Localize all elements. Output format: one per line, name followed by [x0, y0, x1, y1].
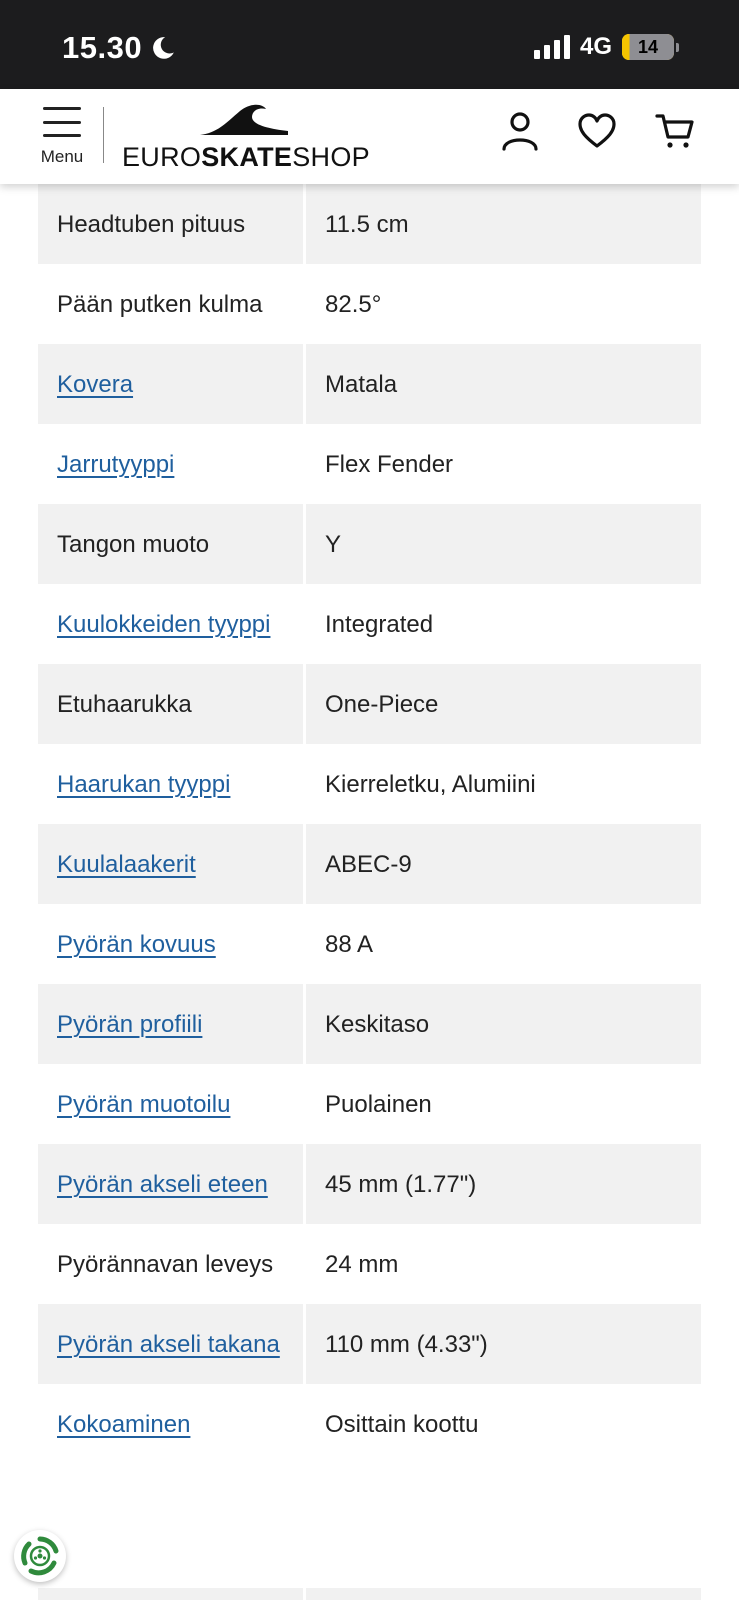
spec-row: Tangon muoto Y	[38, 504, 701, 584]
header-actions	[501, 111, 695, 151]
spec-value: 45 mm (1.77")	[306, 1144, 701, 1224]
spec-label-cell: Headtuben pituus	[38, 184, 303, 264]
spec-value: 110 mm (4.33")	[306, 1304, 701, 1384]
hamburger-icon	[43, 107, 81, 137]
account-icon[interactable]	[501, 111, 539, 151]
spec-label-cell[interactable]: Pyörän muotoilu	[38, 1064, 303, 1144]
spec-row: Pyörän kovuus 88 A	[38, 904, 701, 984]
spec-row: Kuulalaakerit ABEC-9	[38, 824, 701, 904]
wishlist-heart-icon[interactable]	[577, 112, 617, 150]
spec-label-link[interactable]: Pyörän akseli takana	[57, 1331, 280, 1358]
spec-label-link[interactable]: Jarrutyyppi	[57, 451, 174, 478]
spec-label-link[interactable]: Pyörän muotoilu	[57, 1091, 230, 1118]
spec-row: Kokoaminen Osittain koottu	[38, 1384, 701, 1464]
menu-label: Menu	[40, 147, 84, 166]
spec-label-cell[interactable]: Pyörän kovuus	[38, 904, 303, 984]
spec-label: Pään putken kulma	[57, 291, 263, 318]
spec-label: Tangon muoto	[57, 531, 210, 558]
spec-label-cell[interactable]: Pyörän profiili	[38, 984, 303, 1064]
spec-label: Etuhaarukka	[57, 691, 192, 718]
spec-label-cell: Etuhaarukka	[38, 664, 303, 744]
spec-value: ABEC-9	[306, 824, 701, 904]
spec-label-cell[interactable]: Pyörän akseli eteen	[38, 1144, 303, 1224]
spec-row: Pyörän profiili Keskitaso	[38, 984, 701, 1064]
spec-label-link[interactable]: Kuulalaakerit	[57, 851, 196, 878]
signal-icon	[533, 35, 570, 59]
spec-value: Matala	[306, 344, 701, 424]
clock-text: 15.30	[62, 30, 143, 65]
spec-label-cell: Tangon muoto	[38, 504, 303, 584]
menu-button[interactable]: Menu	[36, 107, 88, 167]
spec-value: 88 A	[325, 931, 374, 958]
spec-row: Headtuben pituus 11.5 cm	[38, 184, 701, 264]
spec-row: Haarukan tyyppi Kierreletku, Alumiini	[38, 744, 701, 824]
spec-row: Pyörän akseli takana 110 mm (4.33")	[38, 1304, 701, 1384]
spec-label-cell[interactable]: Haarukan tyyppi	[38, 744, 303, 824]
spec-row: Pyörännavan leveys 24 mm	[38, 1224, 701, 1304]
spec-row: Etuhaarukka One-Piece	[38, 664, 701, 744]
status-indicators: 4G 14	[533, 33, 679, 61]
spec-value: Integrated	[325, 611, 434, 638]
spec-value: One-Piece	[306, 664, 701, 744]
spec-label-link[interactable]: Kuulokkeiden tyyppi	[57, 611, 270, 638]
spec-value: 82.5°	[325, 291, 382, 318]
accessibility-widget-button[interactable]	[14, 1530, 66, 1582]
spec-row: Kovera Matala	[38, 344, 701, 424]
spec-label-cell[interactable]: Pyörän akseli takana	[38, 1304, 303, 1384]
status-bar: 15.30 4G 14	[0, 0, 739, 89]
moon-icon	[153, 37, 174, 59]
spec-row: Pään putken kulma 82.5°	[38, 264, 701, 344]
spec-label-cell[interactable]: Kovera	[38, 344, 303, 424]
spec-label-cell[interactable]: Kuulokkeiden tyyppi	[38, 584, 303, 664]
site-logo[interactable]: EUROSKATESHOP	[122, 103, 370, 172]
spec-label-link[interactable]: Kovera	[57, 371, 133, 398]
spec-row: Pyörän muotoilu Puolainen	[38, 1064, 701, 1144]
specifications-table: Headtuben pituus 11.5 cm Pään putken kulma…	[38, 184, 701, 1464]
spec-value: Keskitaso	[306, 984, 701, 1064]
spec-value: Y	[306, 504, 701, 584]
spec-label-link[interactable]: Pyörän kovuus	[57, 931, 216, 958]
spec-label-link[interactable]: Pyörän akseli eteen	[57, 1171, 268, 1198]
recycle-widget-icon	[21, 1536, 59, 1576]
spec-label-link[interactable]: Pyörän profiili	[57, 1011, 202, 1038]
spec-value: Puolainen	[325, 1091, 432, 1118]
next-row-edge	[38, 1588, 701, 1600]
spec-row: Pyörän akseli eteen 45 mm (1.77")	[38, 1144, 701, 1224]
spec-value: Kierreletku, Alumiini	[325, 771, 536, 798]
site-header: Menu EUROSKATESHOP	[0, 89, 739, 184]
wave-logo-icon	[200, 104, 288, 135]
spec-value: 11.5 cm	[306, 184, 701, 264]
logo-wordmark: EUROSKATESHOP	[122, 142, 370, 172]
header-divider	[103, 107, 104, 163]
status-time: 15.30	[62, 30, 176, 66]
spec-value: Osittain koottu	[325, 1411, 479, 1438]
spec-label-cell: Pyörännavan leveys	[38, 1224, 303, 1304]
spec-row: Kuulokkeiden tyyppi Integrated	[38, 584, 701, 664]
spec-label-cell: Pään putken kulma	[38, 264, 303, 344]
spec-label: Pyörännavan leveys	[57, 1251, 274, 1278]
cart-icon[interactable]	[655, 112, 695, 150]
spec-label-link[interactable]: Kokoaminen	[57, 1411, 190, 1438]
spec-label-cell[interactable]: Jarrutyyppi	[38, 424, 303, 504]
battery-cap	[676, 42, 679, 52]
spec-label-link[interactable]: Haarukan tyyppi	[57, 771, 230, 798]
spec-row: Jarrutyyppi Flex Fender	[38, 424, 701, 504]
network-type: 4G	[579, 33, 612, 60]
spec-value: 24 mm	[325, 1251, 399, 1278]
spec-label-cell[interactable]: Kuulalaakerit	[38, 824, 303, 904]
spec-label: Headtuben pituus	[57, 211, 246, 238]
spec-label-cell[interactable]: Kokoaminen	[38, 1384, 303, 1464]
battery-icon: 14	[622, 34, 674, 60]
spec-value: Flex Fender	[325, 451, 454, 478]
battery-level: 14	[637, 36, 659, 57]
